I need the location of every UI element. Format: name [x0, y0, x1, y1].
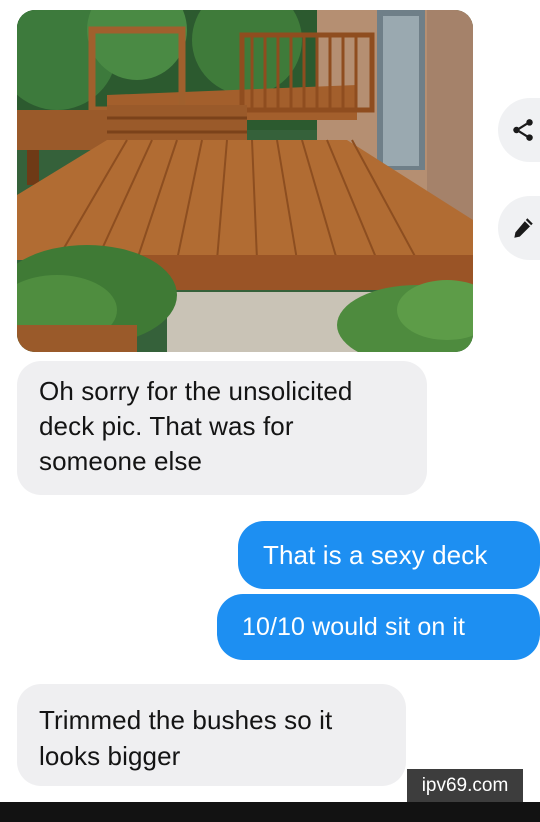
outgoing-message: 10/10 would sit on it [217, 594, 540, 660]
message-line: looks bigger [39, 741, 181, 771]
incoming-message: Oh sorry for the unsolicited deck pic. T… [17, 361, 427, 495]
deck-photo[interactable] [17, 10, 473, 352]
edit-pencil-icon [514, 218, 533, 238]
watermark: ipv69.com [407, 769, 523, 802]
edit-button[interactable] [498, 196, 540, 260]
message-line: Oh sorry for the unsolicited [39, 376, 353, 406]
bottom-bar [0, 802, 540, 822]
message-line: someone else [39, 446, 203, 476]
message-line: Trimmed the bushes so it [39, 705, 333, 735]
outgoing-message: That is a sexy deck [238, 521, 540, 589]
message-text: That is a sexy deck [263, 540, 488, 570]
incoming-message: Trimmed the bushes so it looks bigger [17, 684, 406, 786]
message-line: deck pic. That was for [39, 411, 294, 441]
share-icon [513, 119, 533, 141]
message-text: 10/10 would sit on it [242, 613, 466, 641]
share-button[interactable] [498, 98, 540, 162]
deck-photo-illustration [17, 10, 473, 352]
